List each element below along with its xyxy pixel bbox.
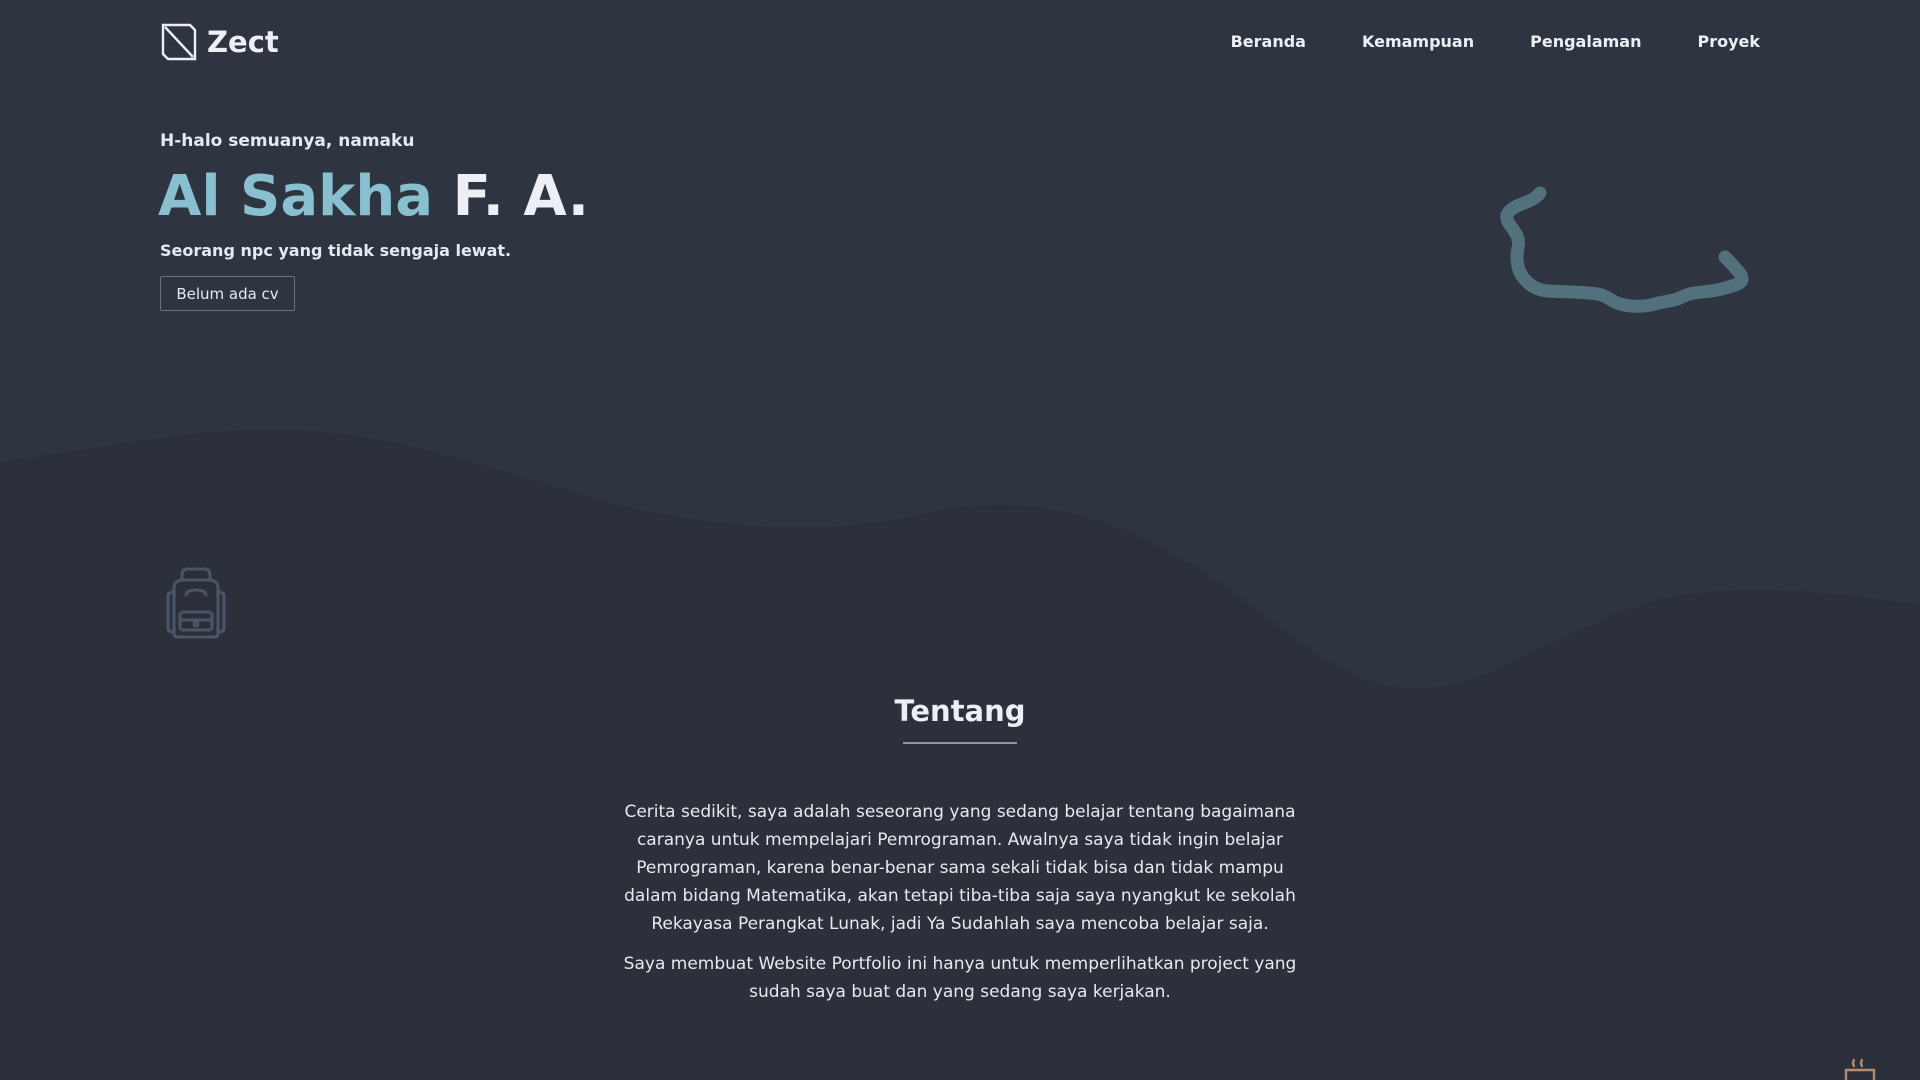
navbar: Zect Beranda Kemampuan Pengalaman Proyek [160, 22, 1760, 66]
nav-link-proyek[interactable]: Proyek [1697, 32, 1760, 51]
logo-icon [161, 23, 197, 61]
about-title: Tentang [894, 694, 1026, 728]
hero-greeting: H-halo semuanya, namaku [160, 131, 415, 151]
hero-name-highlight: Al Sakha [158, 164, 434, 229]
about-title-underline [903, 742, 1017, 744]
hero-name: Al Sakha F. A. [158, 162, 589, 232]
page: Zect Beranda Kemampuan Pengalaman Proyek… [0, 0, 1920, 1080]
coffee-cup-icon [1844, 1058, 1876, 1080]
hero-name-rest: F. A. [452, 164, 590, 229]
nav-link-pengalaman[interactable]: Pengalaman [1530, 32, 1641, 51]
squiggle-decoration [1500, 186, 1749, 313]
about-paragraph: Saya membuat Website Portfolio ini hanya… [623, 954, 1297, 1002]
nav-link-kemampuan[interactable]: Kemampuan [1362, 32, 1474, 51]
brand-logo[interactable]: Zect [160, 22, 279, 62]
about-text: Cerita sedikit, saya adalah seseorang ya… [620, 798, 1300, 1018]
cv-button[interactable]: Belum ada cv [160, 276, 295, 311]
nav-link-beranda[interactable]: Beranda [1231, 32, 1306, 51]
backpack-icon [166, 567, 226, 639]
brand-name: Zect [207, 25, 279, 59]
about-paragraph: Cerita sedikit, saya adalah seseorang ya… [624, 802, 1296, 934]
hero-tagline: Seorang npc yang tidak sengaja lewat. [160, 241, 512, 260]
nav-menu: Beranda Kemampuan Pengalaman Proyek [1175, 32, 1760, 51]
